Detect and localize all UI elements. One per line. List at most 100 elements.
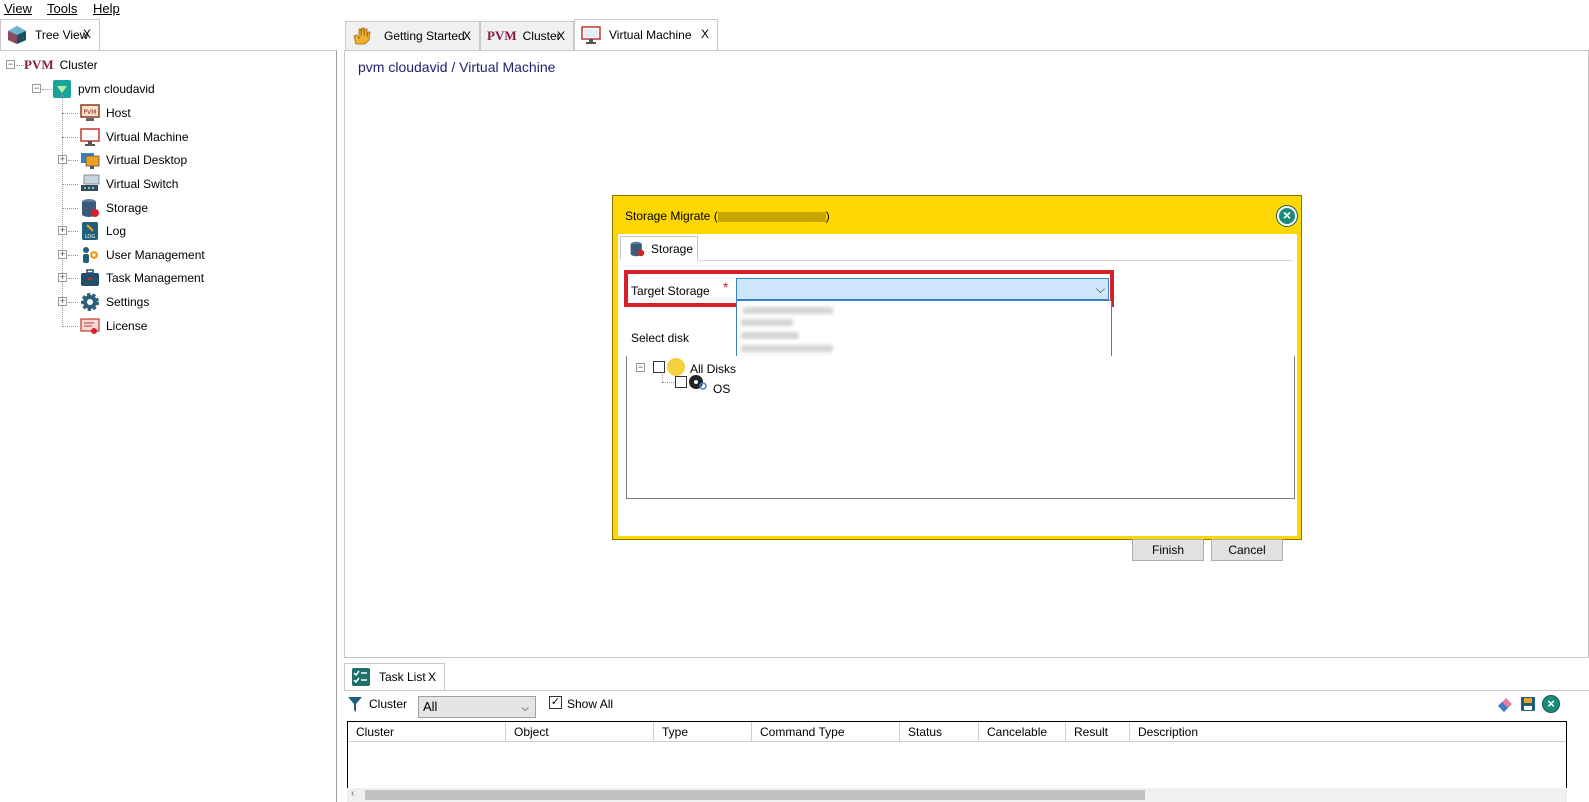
redacted-option[interactable] [741, 345, 833, 352]
redacted-option[interactable] [743, 307, 833, 314]
gear-icon [80, 292, 100, 312]
disk-icon [689, 374, 707, 393]
expand-toggle[interactable]: + [58, 155, 67, 164]
tree-item-cluster[interactable]: PVM Cluster [24, 54, 98, 76]
expand-toggle[interactable]: + [58, 297, 67, 306]
tree-item-storage[interactable]: Storage [80, 197, 148, 219]
expand-toggle[interactable]: + [58, 226, 67, 235]
column-header[interactable]: Cancelable [979, 722, 1066, 742]
tab-label: Storage [651, 241, 694, 256]
tab-label: Tree View [35, 28, 89, 42]
column-header[interactable]: Description [1130, 722, 1566, 742]
tab-label: Task List [379, 670, 426, 684]
tree-item-task-management[interactable]: Task Management [80, 267, 204, 289]
tab-label: Virtual Machine [609, 28, 692, 42]
tab-label: Cluster [522, 29, 561, 43]
expand-toggle[interactable]: + [58, 273, 67, 282]
monitor-icon [581, 25, 601, 45]
collapse-toggle[interactable]: − [32, 84, 41, 93]
tree-item-label: Log [106, 224, 127, 238]
scrollbar-thumb[interactable] [365, 790, 1145, 800]
monitor-icon [80, 127, 100, 147]
tab-getting-started[interactable]: Getting Started X [345, 21, 480, 50]
switch-icon [80, 174, 100, 194]
breadcrumb: pvm cloudavid / Virtual Machine [358, 59, 556, 75]
menu-help[interactable]: Help [93, 1, 120, 16]
tree-item-label: Virtual Switch [106, 177, 179, 191]
checklist-icon [351, 667, 371, 687]
chevron-down-icon[interactable]: ⌵ [521, 699, 529, 719]
users-icon [80, 245, 100, 265]
column-header[interactable]: Type [654, 722, 752, 742]
tree-panel: − PVM Cluster − pvm cloudavid PVM Host V… [0, 50, 337, 802]
tree-item-label: Storage [106, 201, 149, 215]
certificate-icon [80, 316, 100, 336]
filter-icon [348, 697, 362, 716]
show-all-checkbox[interactable]: ✓ [549, 696, 562, 709]
close-icon[interactable]: X [428, 670, 436, 684]
desktop-icon [80, 150, 100, 170]
scroll-left-icon[interactable]: ‹ [351, 788, 354, 799]
collapse-toggle[interactable]: − [6, 60, 15, 69]
cancel-button[interactable]: Cancel [1211, 539, 1283, 561]
tree-item-user-management[interactable]: User Management [80, 244, 205, 266]
column-header[interactable]: Result [1066, 722, 1130, 742]
tree-item-settings[interactable]: Settings [80, 291, 149, 313]
tree-item-virtual-switch[interactable]: Virtual Switch [80, 173, 178, 195]
tree-item-label: Cluster [59, 58, 98, 72]
column-header[interactable]: Object [506, 722, 654, 742]
redacted-option[interactable] [741, 332, 799, 339]
target-storage-select[interactable]: ⌵ [736, 278, 1109, 300]
close-icon[interactable]: × [1542, 695, 1560, 713]
storage-form: Target Storage * ⌵ Select disk − All Dis… [620, 262, 1295, 561]
dialog-body: Storage Target Storage * ⌵ Select disk −… [618, 234, 1297, 561]
tab-cluster[interactable]: PVM Cluster X [480, 21, 574, 50]
menu-view[interactable]: View [4, 1, 32, 16]
close-icon[interactable]: X [701, 27, 709, 41]
redacted-name [717, 211, 826, 222]
show-all-label: Show All [567, 697, 614, 711]
tree-item-license[interactable]: License [80, 315, 147, 337]
eraser-icon[interactable] [1496, 696, 1514, 715]
tree-item-virtual-machine[interactable]: Virtual Machine [80, 126, 189, 148]
pvm-logo-icon: PVM [24, 57, 54, 72]
collapse-toggle[interactable]: − [636, 363, 645, 372]
os-disk-checkbox[interactable] [675, 376, 687, 388]
tab-storage[interactable]: Storage [620, 236, 698, 260]
tab-virtual-machine[interactable]: Virtual Machine X [574, 19, 718, 50]
expand-toggle[interactable]: + [58, 250, 67, 259]
cluster-filter-select[interactable]: All ⌵ [418, 696, 536, 718]
menu-tools[interactable]: Tools [47, 1, 77, 16]
all-disks-checkbox[interactable] [653, 361, 665, 373]
chevron-down-icon[interactable]: ⌵ [1096, 282, 1105, 297]
tree-item-pvm-cloudavid[interactable]: pvm cloudavid [52, 78, 155, 100]
column-header[interactable]: Cluster [348, 722, 506, 742]
tree-item-label: Settings [106, 295, 150, 309]
tree-item-label: Task Management [106, 271, 205, 285]
redacted-option[interactable] [741, 319, 793, 326]
finish-button[interactable]: Finish [1132, 539, 1204, 561]
column-header[interactable]: Command Type [752, 722, 900, 742]
tree-item-log[interactable]: LOG Log [80, 220, 126, 242]
tree-item-host[interactable]: PVM Host [80, 102, 131, 124]
tree-item-label: License [106, 319, 148, 333]
tab-task-list[interactable]: Task List X [344, 663, 445, 690]
dialog-title: Storage Migrate () [625, 209, 830, 223]
disks-icon [667, 358, 685, 376]
close-icon[interactable]: × [1277, 206, 1297, 226]
horizontal-scrollbar[interactable]: ‹ [347, 788, 1567, 802]
menu-bar: View Tools Help [0, 0, 1589, 18]
close-icon[interactable]: X [463, 29, 471, 43]
tree-item-virtual-desktop[interactable]: Virtual Desktop [80, 149, 187, 171]
tree-item-label: pvm cloudavid [78, 82, 155, 96]
close-icon[interactable]: X [83, 27, 91, 41]
briefcase-icon [80, 268, 100, 288]
disk-tree: − All Disks OS [626, 356, 1295, 499]
tab-tree-view[interactable]: Tree View X [0, 19, 100, 50]
save-icon[interactable] [1520, 696, 1536, 715]
column-header[interactable]: Status [900, 722, 979, 742]
select-disk-label: Select disk [631, 331, 690, 345]
filter-label: Cluster [369, 697, 408, 711]
tree-item-label: Virtual Desktop [106, 153, 188, 167]
close-icon[interactable]: X [557, 29, 565, 43]
